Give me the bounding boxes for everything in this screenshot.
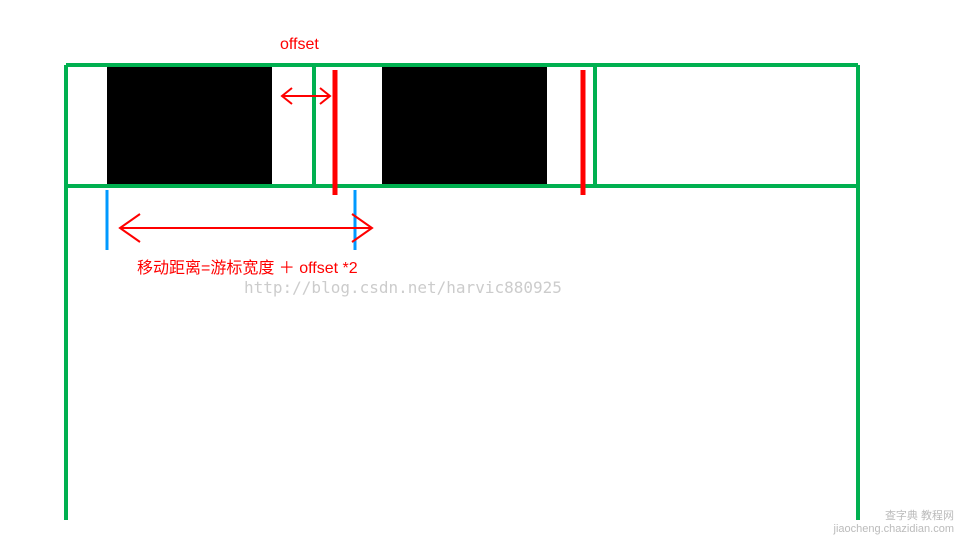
watermark-corner: 查字典 教程网 jiaocheng.chazidian.com — [834, 510, 954, 536]
move-distance-label: 移动距离=游标宽度 ＋ offset *2 — [137, 254, 358, 278]
cursor-block-2 — [382, 67, 547, 186]
watermark-corner-line2: jiaocheng.chazidian.com — [834, 523, 954, 536]
cursor-block-1 — [107, 67, 272, 186]
watermark-corner-line1: 查字典 教程网 — [834, 510, 954, 523]
watermark-url: http://blog.csdn.net/harvic880925 — [244, 278, 562, 297]
offset-label: offset — [280, 36, 319, 54]
